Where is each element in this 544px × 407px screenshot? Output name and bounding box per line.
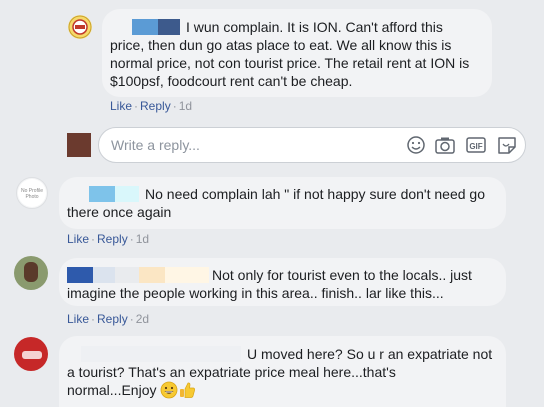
comment-line: Not only for tourist even to the locals.… bbox=[67, 266, 498, 284]
redacted-name bbox=[81, 346, 241, 362]
comment-line: U moved here? So u r an expatriate not bbox=[67, 345, 498, 363]
separator-dot: · bbox=[129, 312, 134, 326]
comment-line: normal...Enjoy bbox=[67, 381, 498, 403]
commenter-avatar[interactable] bbox=[14, 337, 48, 371]
avatar-face bbox=[24, 262, 38, 282]
comment-line: No need complain lah " if not happy sure… bbox=[67, 185, 498, 203]
timestamp[interactable]: 1d bbox=[179, 99, 192, 113]
redacted-name bbox=[139, 267, 165, 283]
timestamp[interactable]: 1d bbox=[136, 232, 149, 246]
comment-bubble: No need complain lah " if not happy sure… bbox=[59, 177, 506, 229]
separator-dot: · bbox=[91, 312, 96, 326]
redacted-name bbox=[115, 267, 139, 283]
comment-line: a tourist? That's an expatriate price me… bbox=[67, 364, 396, 380]
redacted-name bbox=[165, 267, 209, 283]
reply-link[interactable]: Reply bbox=[140, 99, 171, 113]
separator-dot: · bbox=[134, 99, 139, 113]
comment-text: normal...Enjoy bbox=[67, 382, 157, 398]
comment-line: I wun complain. It is ION. Can't afford … bbox=[110, 18, 484, 36]
avatar-detail bbox=[22, 351, 42, 359]
comment-actions: Like · Reply · 1d bbox=[67, 231, 149, 247]
reply-input[interactable] bbox=[111, 136, 391, 154]
reply-link[interactable]: Reply bbox=[97, 232, 128, 246]
comment-text: U moved here? So u r an expatriate not bbox=[247, 346, 493, 362]
comment-bubble: Not only for tourist even to the locals.… bbox=[59, 258, 506, 306]
comment-actions: Like · Reply · 1d bbox=[110, 98, 192, 114]
sticker-icon[interactable] bbox=[496, 135, 518, 155]
redacted-name bbox=[132, 19, 158, 35]
like-link[interactable]: Like bbox=[110, 99, 132, 113]
redacted-name bbox=[115, 186, 139, 202]
avatar-label: Photo bbox=[25, 194, 38, 200]
timestamp[interactable]: 2d bbox=[136, 312, 149, 326]
comment-line: price, then dun go atas place to eat. We… bbox=[110, 37, 452, 53]
grinning-emoji bbox=[160, 381, 178, 403]
comment-actions: Like · Reply · 2d bbox=[67, 311, 149, 327]
redacted-name bbox=[158, 19, 180, 35]
camera-icon[interactable] bbox=[434, 135, 456, 155]
thumbs-up-emoji bbox=[178, 381, 196, 403]
separator-dot: · bbox=[91, 232, 96, 246]
badge-logo-icon bbox=[68, 15, 92, 39]
redacted-name bbox=[93, 267, 115, 283]
redacted-name bbox=[89, 186, 115, 202]
comment-bubble: I wun complain. It is ION. Can't afford … bbox=[102, 9, 492, 97]
smiley-icon[interactable] bbox=[405, 135, 427, 155]
like-link[interactable]: Like bbox=[67, 312, 89, 326]
reply-composer[interactable]: GIF bbox=[98, 127, 526, 163]
comment-line: normal price, not con tourist price. The… bbox=[110, 55, 470, 71]
gif-icon[interactable]: GIF bbox=[465, 135, 487, 155]
no-profile-photo-icon: No Profile Photo bbox=[18, 179, 46, 207]
comment-line: imagine the people working in this area.… bbox=[67, 285, 444, 301]
separator-dot: · bbox=[129, 232, 134, 246]
commenter-avatar[interactable]: No Profile Photo bbox=[16, 177, 48, 209]
svg-text:GIF: GIF bbox=[469, 142, 482, 151]
like-link[interactable]: Like bbox=[67, 232, 89, 246]
comment-text: No need complain lah " if not happy sure… bbox=[145, 186, 485, 202]
comment-text: I wun complain. It is ION. Can't afford … bbox=[186, 19, 443, 35]
commenter-avatar[interactable] bbox=[14, 256, 48, 290]
current-user-avatar bbox=[67, 133, 91, 157]
comment-line: $100psf, foodcourt rent can't be cheap. bbox=[110, 73, 353, 89]
commenter-avatar[interactable] bbox=[68, 15, 92, 39]
reply-link[interactable]: Reply bbox=[97, 312, 128, 326]
comment-line: there once again bbox=[67, 204, 172, 220]
comment-text: Not only for tourist even to the locals.… bbox=[212, 267, 472, 283]
comment-bubble: U moved here? So u r an expatriate not a… bbox=[59, 336, 506, 407]
redacted-name bbox=[67, 267, 93, 283]
separator-dot: · bbox=[172, 99, 177, 113]
